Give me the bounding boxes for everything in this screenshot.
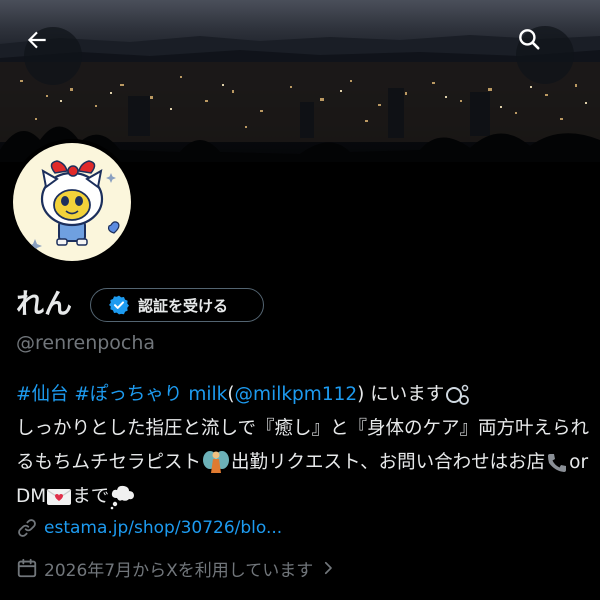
- display-name: れん: [16, 287, 73, 320]
- joined-date-row[interactable]: 2026年7月からXを利用しています: [16, 555, 337, 581]
- avatar-character-image: [28, 160, 120, 253]
- get-verified-label: 認証を受ける: [138, 296, 229, 315]
- avatar[interactable]: [9, 139, 135, 265]
- milk-link[interactable]: milk: [188, 384, 227, 405]
- bio-text: ) にいます: [357, 384, 445, 405]
- user-handle: @renrenpocha: [16, 332, 156, 354]
- hashtag-link[interactable]: #仙台: [16, 384, 69, 405]
- search-button[interactable]: [516, 26, 574, 84]
- profile-bio: #仙台 #ぽっちゃり milk(@milkpm112) にいます しっかりとした…: [16, 378, 590, 514]
- link-icon: [18, 519, 36, 537]
- arrow-left-icon: [27, 31, 46, 49]
- thought-balloon-icon: [110, 485, 135, 510]
- back-button[interactable]: [24, 27, 82, 85]
- website-link[interactable]: estama.jp/shop/30726/blo...: [44, 518, 282, 538]
- chevron-right-icon: [325, 561, 333, 575]
- bio-text: (: [227, 384, 235, 405]
- joined-date-text: 2026年7月からXを利用しています: [44, 560, 314, 581]
- profile-banner: [0, 0, 600, 162]
- verified-badge-icon: [109, 295, 129, 315]
- bio-text: 出勤リクエスト、お問い合わせはお店: [231, 452, 546, 473]
- phone-icon: [548, 454, 567, 472]
- get-verified-button[interactable]: 認証を受ける: [90, 288, 264, 322]
- bio-text: まで: [72, 486, 110, 507]
- city-night-banner-image: [0, 35, 600, 162]
- search-icon: [519, 29, 540, 50]
- fairy-icon: [203, 451, 230, 473]
- bubbles-icon: [446, 384, 470, 405]
- love-letter-icon: [46, 489, 72, 505]
- profile-website: estama.jp/shop/30726/blo...: [16, 515, 282, 541]
- mention-link[interactable]: @milkpm112: [235, 384, 358, 405]
- calendar-icon: [17, 558, 37, 578]
- hashtag-link[interactable]: #ぽっちゃり: [74, 384, 182, 405]
